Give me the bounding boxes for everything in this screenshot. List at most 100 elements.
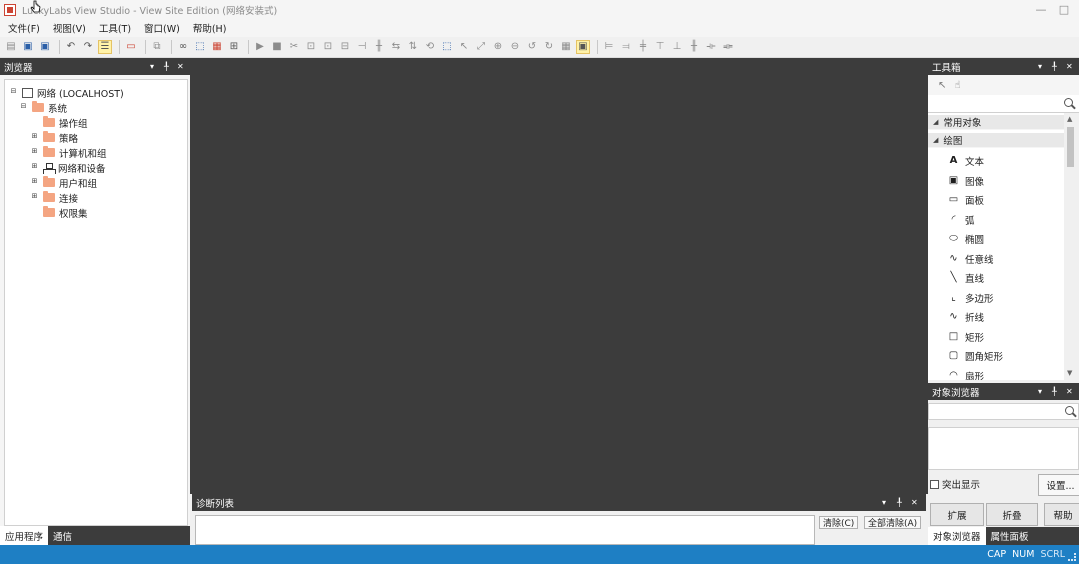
redo-zoom-icon[interactable]: ↻	[542, 40, 556, 54]
panel-pin-icon[interactable]: ╀	[164, 58, 169, 75]
tree-toggle[interactable]: ⊞	[30, 193, 39, 202]
zoom-out-icon[interactable]: ⊖	[508, 40, 522, 54]
panel-dropdown-icon[interactable]: ▾	[1038, 383, 1042, 400]
undo-icon[interactable]: ↶	[64, 40, 78, 54]
zoom-region-icon[interactable]: ⬚	[440, 40, 454, 54]
properties-icon[interactable]: ⊞	[227, 40, 241, 54]
align-bottom-icon[interactable]: ⊥	[670, 40, 684, 54]
test-display-icon[interactable]: ▭	[124, 40, 138, 54]
redo-icon[interactable]: ↷	[81, 40, 95, 54]
tree-item-computers[interactable]: ⊞ 计算机和组	[30, 145, 107, 160]
grid-icon[interactable]: ▦	[559, 40, 573, 54]
category-drawing[interactable]: ◢ 绘图	[928, 133, 1064, 148]
panel-pin-icon[interactable]: ╀	[897, 494, 902, 511]
align-hcenter-icon[interactable]: ╪	[636, 40, 650, 54]
panel-pin-icon[interactable]: ╀	[1052, 383, 1057, 400]
panel-dropdown-icon[interactable]: ▾	[150, 58, 154, 75]
toolbox-scrollbar[interactable]: ▲ ▼	[1064, 113, 1079, 380]
help-button[interactable]: 帮助	[1044, 503, 1079, 526]
tree-item-connections[interactable]: ⊞ 连接	[30, 190, 78, 205]
scroll-down-icon[interactable]: ▼	[1067, 369, 1072, 377]
resize-grip-icon[interactable]	[1068, 553, 1076, 561]
pointer-icon[interactable]: ↖	[457, 40, 471, 54]
copy-icon[interactable]: ⧉	[150, 40, 164, 54]
clear-button[interactable]: 清除(C)	[819, 516, 859, 529]
search-icon[interactable]	[1064, 98, 1073, 107]
tool-panel[interactable]: ▭ 面板	[948, 191, 984, 209]
align-center-icon[interactable]: ╫	[372, 40, 386, 54]
panel-dropdown-icon[interactable]: ▾	[882, 494, 886, 511]
menu-view[interactable]: 视图(V)	[49, 21, 95, 35]
save-icon[interactable]: ▣	[21, 40, 35, 54]
tab-communications[interactable]: 通信	[48, 526, 77, 545]
menu-help[interactable]: 帮助(H)	[189, 21, 236, 35]
display-settings-icon[interactable]: ▦	[210, 40, 224, 54]
expand-button[interactable]: 扩展	[930, 503, 984, 526]
tab-object-browser[interactable]: 对象浏览器	[928, 527, 986, 545]
object-browser-toggle-icon[interactable]: ☰	[98, 40, 112, 54]
tool-wedge[interactable]: ◠ 扇形	[948, 367, 984, 381]
pan-tool-icon[interactable]: ☝	[954, 80, 960, 91]
panel-close-icon[interactable]: ✕	[1066, 58, 1073, 75]
tree-item-system[interactable]: ⊟ 系统	[19, 100, 67, 115]
rotate-icon[interactable]: ⟲	[423, 40, 437, 54]
tool-polygon[interactable]: ⌞ 多边形	[948, 289, 993, 307]
tree-item-networks-devices[interactable]: ⊞ 网络和设备	[30, 160, 106, 175]
tab-applications[interactable]: 应用程序	[0, 526, 49, 545]
cut-icon[interactable]: ✂	[287, 40, 301, 54]
menu-tools[interactable]: 工具(T)	[95, 21, 140, 35]
panel-close-icon[interactable]: ✕	[177, 58, 184, 75]
search-icon[interactable]	[1065, 406, 1074, 415]
clear-all-button[interactable]: 全部清除(A)	[864, 516, 922, 529]
category-common-objects[interactable]: ◢ 常用对象	[928, 115, 1064, 130]
panel-close-icon[interactable]: ✕	[1066, 383, 1073, 400]
tab-property-panel[interactable]: 属性面板	[986, 527, 1034, 545]
menu-file[interactable]: 文件(F)	[4, 21, 49, 35]
scroll-up-icon[interactable]: ▲	[1067, 115, 1072, 123]
tree-toggle[interactable]: ⊞	[30, 178, 39, 187]
tool-polyline[interactable]: ∿ 折线	[948, 308, 984, 326]
main-canvas[interactable]	[190, 58, 928, 494]
bring-front-icon[interactable]: ⊡	[304, 40, 318, 54]
tree-toggle[interactable]: ⊞	[30, 148, 39, 157]
tree-toggle[interactable]: ⊞	[30, 133, 39, 142]
distribute-horizontal-icon[interactable]: ⟛	[704, 40, 718, 54]
collapse-button[interactable]: 折叠	[986, 503, 1038, 526]
zoom-in-icon[interactable]: ⊕	[491, 40, 505, 54]
diagnostics-list[interactable]	[195, 515, 815, 545]
undo-zoom-icon[interactable]: ↺	[525, 40, 539, 54]
highlight-checkbox[interactable]	[930, 479, 939, 489]
select-region-icon[interactable]: ⬚	[193, 40, 207, 54]
pointer-tool-icon[interactable]: ↖	[938, 80, 946, 91]
flip-vertical-icon[interactable]: ⇅	[406, 40, 420, 54]
highlight-checkbox-row[interactable]: 突出显示	[930, 477, 980, 491]
snap-grid-icon[interactable]: ▣	[576, 40, 590, 54]
group-icon[interactable]: ⊟	[338, 40, 352, 54]
scrollbar-thumb[interactable]	[1067, 127, 1074, 167]
tool-line[interactable]: ╲ 直线	[948, 269, 984, 287]
toolbox-search-input[interactable]	[928, 95, 1079, 113]
align-right-icon[interactable]: ⫤	[619, 40, 633, 54]
tree-item-users[interactable]: ⊞ 用户和组	[30, 175, 97, 190]
maximize-button[interactable]: □	[1050, 0, 1078, 19]
flip-horizontal-icon[interactable]: ⇆	[389, 40, 403, 54]
panel-dropdown-icon[interactable]: ▾	[1038, 58, 1042, 75]
align-top-icon[interactable]: ⊤	[653, 40, 667, 54]
tool-arc[interactable]: ◜ 弧	[948, 211, 975, 229]
align-vcenter-icon[interactable]: ╫	[687, 40, 701, 54]
tree-item-policies[interactable]: ⊞ 策略	[30, 130, 78, 145]
tree-item-operation-groups[interactable]: 操作组	[30, 115, 88, 130]
tree-toggle[interactable]: ⊞	[30, 163, 39, 172]
object-browser-search-input[interactable]	[928, 403, 1079, 420]
save-all-icon[interactable]: ▣	[38, 40, 52, 54]
binoculars-icon[interactable]: ∞	[176, 40, 190, 54]
zoom-fit-icon[interactable]: ⤢	[474, 40, 488, 54]
tool-ellipse[interactable]: ⬭ 椭圆	[948, 230, 984, 248]
tree-toggle[interactable]: ⊟	[9, 88, 18, 97]
tool-rectangle[interactable]: □ 矩形	[948, 328, 984, 346]
tree-item-permission-sets[interactable]: 权限集	[30, 205, 88, 220]
tool-rounded-rectangle[interactable]: ▢ 圆角矩形	[948, 347, 1003, 365]
run-icon[interactable]: ▶	[253, 40, 267, 54]
tree-toggle[interactable]: ⊟	[19, 103, 28, 112]
align-left-icon[interactable]: ⊨	[602, 40, 616, 54]
